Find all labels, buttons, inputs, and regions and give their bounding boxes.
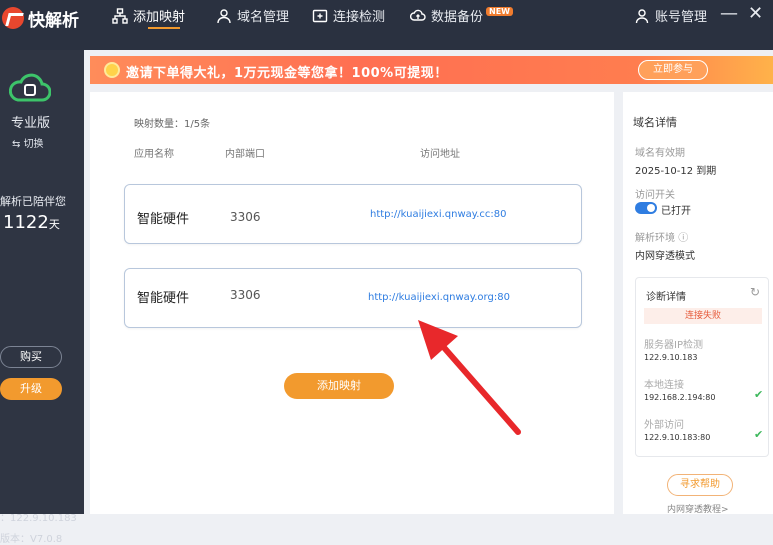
annotation-arrow: [418, 320, 521, 435]
sidebar-version: 版本：V7.0.8: [0, 534, 63, 545]
